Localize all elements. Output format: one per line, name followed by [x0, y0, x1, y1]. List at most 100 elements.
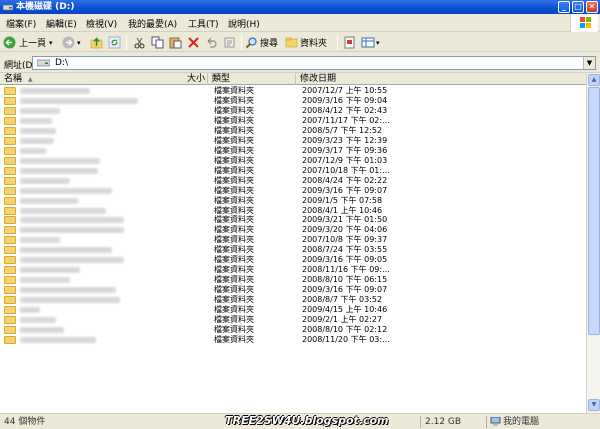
- folder-icon: [4, 256, 16, 265]
- blurred-filename: [20, 267, 80, 274]
- table-row[interactable]: 檔案資料夾 2009/1/5 下午 07:58: [0, 196, 586, 206]
- up-folder-icon[interactable]: [90, 36, 103, 49]
- table-row[interactable]: 檔案資料夾 2008/5/7 下午 12:52: [0, 126, 586, 136]
- menu-edit[interactable]: 編輯(E): [46, 17, 77, 30]
- table-row[interactable]: 檔案資料夾 2008/4/1 上午 10:46: [0, 206, 586, 216]
- cut-icon[interactable]: [133, 36, 146, 49]
- back-button[interactable]: 上一頁 ▾: [3, 35, 53, 50]
- file-date: 2007/10/8 下午 09:37: [302, 235, 388, 245]
- folder-icon: [4, 306, 16, 315]
- folder-options-icon[interactable]: [343, 36, 356, 49]
- folder-icon: [4, 246, 16, 255]
- scroll-thumb[interactable]: [588, 87, 600, 335]
- table-row[interactable]: 檔案資料夾 2009/3/20 下午 04:06: [0, 225, 586, 235]
- blurred-filename: [20, 307, 40, 314]
- table-row[interactable]: 檔案資料夾 2007/12/7 上午 10:55: [0, 86, 586, 96]
- table-row[interactable]: 檔案資料夾 2007/12/9 下午 01:03: [0, 156, 586, 166]
- paste-icon[interactable]: [169, 36, 182, 49]
- minimize-button[interactable]: _: [558, 1, 570, 13]
- table-row[interactable]: 檔案資料夾 2009/3/16 下午 09:05: [0, 255, 586, 265]
- properties-icon[interactable]: [223, 36, 236, 49]
- address-path: D:\: [55, 58, 68, 68]
- blurred-filename: [20, 157, 100, 164]
- file-type: 檔案資料夾: [214, 225, 254, 235]
- blurred-filename: [20, 207, 106, 214]
- table-row[interactable]: 檔案資料夾 2007/10/18 下午 01:...: [0, 166, 586, 176]
- search-button[interactable]: 搜尋: [245, 35, 278, 50]
- blurred-filename: [20, 287, 116, 294]
- menu-favorites[interactable]: 我的最愛(A): [128, 17, 177, 30]
- table-row[interactable]: 檔案資料夾 2008/7/24 下午 03:55: [0, 245, 586, 255]
- column-size[interactable]: 大小: [170, 73, 208, 85]
- table-row[interactable]: 檔案資料夾 2008/8/10 下午 02:12: [0, 325, 586, 335]
- table-row[interactable]: 檔案資料夾 2009/3/16 下午 09:04: [0, 96, 586, 106]
- scroll-down-icon[interactable]: ▼: [588, 399, 600, 411]
- file-date: 2009/3/23 下午 12:39: [302, 135, 388, 145]
- column-date-label: 修改日期: [300, 74, 337, 84]
- window-title: 本機磁碟 (D:): [16, 2, 75, 12]
- maximize-button[interactable]: □: [572, 1, 584, 13]
- table-row[interactable]: 檔案資料夾 2009/3/21 下午 01:50: [0, 215, 586, 225]
- file-type: 檔案資料夾: [214, 245, 254, 255]
- table-row[interactable]: 檔案資料夾 2009/3/16 下午 09:07: [0, 186, 586, 196]
- folder-icon: [4, 186, 16, 195]
- file-type: 檔案資料夾: [214, 185, 254, 195]
- folder-icon: [4, 166, 16, 175]
- column-date[interactable]: 修改日期: [296, 73, 586, 85]
- copy-icon[interactable]: [151, 36, 164, 49]
- toolbar-separator: [241, 35, 242, 50]
- forward-dropdown-icon[interactable]: ▾: [77, 39, 81, 47]
- folder-icon: [4, 316, 16, 325]
- scroll-up-icon[interactable]: ▲: [588, 74, 600, 86]
- views-button[interactable]: ▾: [361, 35, 380, 50]
- views-dropdown-icon[interactable]: ▾: [376, 39, 380, 47]
- table-row[interactable]: 檔案資料夾 2009/4/15 上午 10:46: [0, 305, 586, 315]
- file-date: 2009/4/15 上午 10:46: [302, 305, 388, 315]
- file-date: 2007/11/17 下午 02:...: [302, 115, 390, 125]
- folder-icon: [4, 116, 16, 125]
- table-row[interactable]: 檔案資料夾 2009/2/1 上午 02:27: [0, 315, 586, 325]
- my-computer-icon: [490, 417, 501, 426]
- list-header: 名稱 ▲ 大小 類型 修改日期: [0, 73, 586, 85]
- table-row[interactable]: 檔案資料夾 2009/3/17 下午 09:36: [0, 146, 586, 156]
- file-date: 2008/11/20 下午 03:...: [302, 335, 390, 344]
- sync-icon[interactable]: [108, 36, 121, 49]
- menu-file[interactable]: 檔案(F): [6, 17, 36, 30]
- table-row[interactable]: 檔案資料夾 2007/10/8 下午 09:37: [0, 235, 586, 245]
- file-type: 檔案資料夾: [214, 305, 254, 315]
- table-row[interactable]: 檔案資料夾 2008/8/10 下午 06:15: [0, 275, 586, 285]
- menu-view[interactable]: 檢視(V): [86, 17, 117, 30]
- status-object-count: 44 個物件: [4, 417, 46, 427]
- vertical-scrollbar[interactable]: ▲ ▼: [586, 73, 600, 413]
- blurred-filename: [20, 88, 90, 94]
- file-type: 檔案資料夾: [214, 215, 254, 225]
- file-type: 檔案資料夾: [214, 175, 254, 185]
- table-row[interactable]: 檔案資料夾 2008/8/7 下午 03:52: [0, 295, 586, 305]
- back-dropdown-icon[interactable]: ▾: [49, 39, 53, 47]
- menu-tools[interactable]: 工具(T): [188, 17, 219, 30]
- table-row[interactable]: 檔案資料夾 2009/3/23 下午 12:39: [0, 136, 586, 146]
- table-row[interactable]: 檔案資料夾 2008/4/12 下午 02:43: [0, 106, 586, 116]
- file-type: 檔案資料夾: [214, 155, 254, 165]
- table-row[interactable]: 檔案資料夾 2007/11/17 下午 02:...: [0, 116, 586, 126]
- delete-icon[interactable]: [187, 36, 200, 49]
- undo-icon[interactable]: [205, 36, 218, 49]
- table-row[interactable]: 檔案資料夾 2008/11/16 下午 09:...: [0, 265, 586, 275]
- address-input[interactable]: D:\ ▼: [32, 56, 596, 70]
- toolbar-separator: [337, 35, 338, 50]
- forward-button[interactable]: ▾: [62, 35, 81, 50]
- menu-help[interactable]: 說明(H): [228, 17, 260, 30]
- table-row[interactable]: 檔案資料夾 2008/11/20 下午 03:...: [0, 335, 586, 345]
- table-row[interactable]: 檔案資料夾 2008/4/24 下午 02:22: [0, 176, 586, 186]
- table-row[interactable]: 檔案資料夾 2009/3/16 下午 09:07: [0, 285, 586, 295]
- file-type: 檔案資料夾: [214, 135, 254, 145]
- address-dropdown-icon[interactable]: ▼: [583, 57, 595, 69]
- folder-icon: [4, 156, 16, 165]
- folders-button[interactable]: 資料夾: [285, 35, 327, 50]
- column-type[interactable]: 類型: [208, 73, 296, 85]
- status-location: 我的電腦: [486, 416, 598, 428]
- folder-icon: [4, 96, 16, 105]
- blurred-filename: [20, 177, 70, 184]
- close-button[interactable]: ✕: [586, 1, 598, 13]
- file-date: 2009/3/16 下午 09:07: [302, 185, 388, 195]
